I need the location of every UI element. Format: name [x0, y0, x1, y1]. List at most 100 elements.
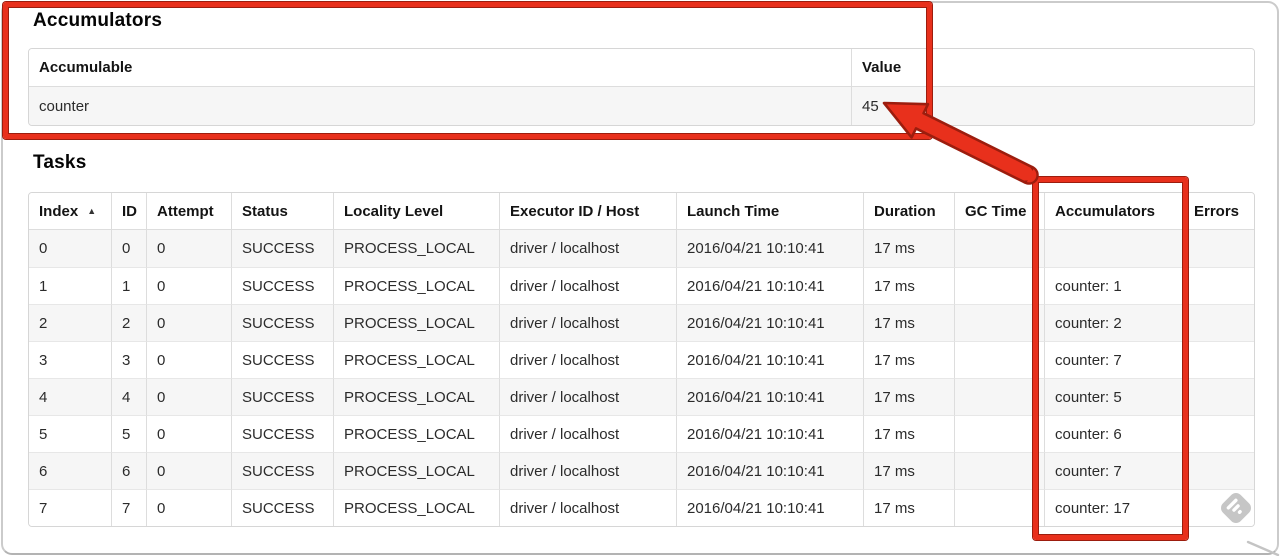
column-header-errors[interactable]: Errors: [1183, 193, 1254, 230]
id-cell: 5: [111, 415, 146, 452]
accumulators-cell: counter: 17: [1044, 489, 1183, 526]
task-row-4: 4 4 0 SUCCESS PROCESS_LOCAL driver / localhos…: [29, 378, 1254, 415]
index-cell: 3: [29, 341, 111, 378]
column-header-id[interactable]: ID: [111, 193, 146, 230]
status-cell: SUCCESS: [231, 267, 333, 304]
column-header-locality-level[interactable]: Locality Level: [333, 193, 499, 230]
status-cell: SUCCESS: [231, 489, 333, 526]
launch-time-cell: 2016/04/21 10:10:41: [676, 341, 863, 378]
gc-time-cell: [954, 378, 1044, 415]
errors-cell: [1183, 489, 1254, 526]
index-cell: 4: [29, 378, 111, 415]
launch-time-cell: 2016/04/21 10:10:41: [676, 452, 863, 489]
executor-id-host-cell: driver / localhost: [499, 304, 676, 341]
accumulators-cell: [1044, 230, 1183, 267]
status-cell: SUCCESS: [231, 230, 333, 267]
errors-cell: [1183, 378, 1254, 415]
executor-id-host-cell: driver / localhost: [499, 489, 676, 526]
executor-id-host-cell: driver / localhost: [499, 378, 676, 415]
accumulable-value-cell: 45: [851, 87, 1254, 125]
id-cell: 2: [111, 304, 146, 341]
status-cell: SUCCESS: [231, 304, 333, 341]
attempt-cell: 0: [146, 378, 231, 415]
index-cell: 0: [29, 230, 111, 267]
task-row-1: 1 1 0 SUCCESS PROCESS_LOCAL driver / localhos…: [29, 267, 1254, 304]
locality-level-cell: PROCESS_LOCAL: [333, 267, 499, 304]
executor-id-host-cell: driver / localhost: [499, 267, 676, 304]
id-cell: 4: [111, 378, 146, 415]
gc-time-cell: [954, 304, 1044, 341]
accumulators-cell: counter: 7: [1044, 452, 1183, 489]
index-cell: 6: [29, 452, 111, 489]
launch-time-cell: 2016/04/21 10:10:41: [676, 415, 863, 452]
accumulable-name-cell: counter: [29, 87, 851, 125]
column-header-accumulators[interactable]: Accumulators: [1044, 193, 1183, 230]
id-cell: 0: [111, 230, 146, 267]
errors-cell: [1183, 341, 1254, 378]
executor-id-host-cell: driver / localhost: [499, 230, 676, 267]
task-row-0: 0 0 0 SUCCESS PROCESS_LOCAL driver / localhos…: [29, 230, 1254, 267]
accumulators-cell: counter: 6: [1044, 415, 1183, 452]
duration-cell: 17 ms: [863, 452, 954, 489]
gc-time-cell: [954, 489, 1044, 526]
status-cell: SUCCESS: [231, 378, 333, 415]
locality-level-cell: PROCESS_LOCAL: [333, 304, 499, 341]
accumulators-cell: counter: 5: [1044, 378, 1183, 415]
errors-cell: [1183, 304, 1254, 341]
index-cell: 7: [29, 489, 111, 526]
duration-cell: 17 ms: [863, 230, 954, 267]
id-cell: 7: [111, 489, 146, 526]
column-header-accumulable[interactable]: Accumulable: [29, 49, 851, 87]
errors-cell: [1183, 415, 1254, 452]
column-header-index[interactable]: Index ▲: [29, 193, 111, 230]
status-cell: SUCCESS: [231, 452, 333, 489]
sort-ascending-icon: ▲: [87, 205, 97, 216]
column-header-attempt[interactable]: Attempt: [146, 193, 231, 230]
accumulators-table: Accumulable Value counter 45: [28, 48, 1255, 126]
gc-time-cell: [954, 341, 1044, 378]
locality-level-cell: PROCESS_LOCAL: [333, 415, 499, 452]
id-cell: 1: [111, 267, 146, 304]
errors-cell: [1183, 230, 1254, 267]
column-header-value[interactable]: Value: [851, 49, 1254, 87]
task-row-5: 5 5 0 SUCCESS PROCESS_LOCAL driver / localhos…: [29, 415, 1254, 452]
gc-time-cell: [954, 415, 1044, 452]
duration-cell: 17 ms: [863, 267, 954, 304]
attempt-cell: 0: [146, 230, 231, 267]
column-header-launch-time[interactable]: Launch Time: [676, 193, 863, 230]
column-header-status[interactable]: Status: [231, 193, 333, 230]
gc-time-cell: [954, 230, 1044, 267]
duration-cell: 17 ms: [863, 304, 954, 341]
index-cell: 1: [29, 267, 111, 304]
locality-level-cell: PROCESS_LOCAL: [333, 489, 499, 526]
attempt-cell: 0: [146, 415, 231, 452]
column-header-duration[interactable]: Duration: [863, 193, 954, 230]
accumulator-row: counter 45: [29, 87, 1254, 125]
errors-cell: [1183, 452, 1254, 489]
attempt-cell: 0: [146, 452, 231, 489]
executor-id-host-cell: driver / localhost: [499, 415, 676, 452]
duration-cell: 17 ms: [863, 415, 954, 452]
duration-cell: 17 ms: [863, 378, 954, 415]
accumulators-cell: counter: 7: [1044, 341, 1183, 378]
accumulators-cell: counter: 2: [1044, 304, 1183, 341]
task-row-3: 3 3 0 SUCCESS PROCESS_LOCAL driver / localhos…: [29, 341, 1254, 378]
status-cell: SUCCESS: [231, 415, 333, 452]
id-cell: 6: [111, 452, 146, 489]
attempt-cell: 0: [146, 304, 231, 341]
gc-time-cell: [954, 267, 1044, 304]
tasks-header-row: Index ▲ ID Attempt Status Locality Level Execu…: [29, 193, 1254, 230]
executor-id-host-cell: driver / localhost: [499, 452, 676, 489]
task-row-7: 7 7 0 SUCCESS PROCESS_LOCAL driver / localhos…: [29, 489, 1254, 526]
attempt-cell: 0: [146, 341, 231, 378]
launch-time-cell: 2016/04/21 10:10:41: [676, 230, 863, 267]
launch-time-cell: 2016/04/21 10:10:41: [676, 304, 863, 341]
launch-time-cell: 2016/04/21 10:10:41: [676, 378, 863, 415]
tasks-table: Index ▲ ID Attempt Status Locality Level Execu…: [28, 192, 1255, 527]
column-header-gc-time[interactable]: GC Time: [954, 193, 1044, 230]
attempt-cell: 0: [146, 267, 231, 304]
task-row-6: 6 6 0 SUCCESS PROCESS_LOCAL driver / localhos…: [29, 452, 1254, 489]
accumulators-cell: counter: 1: [1044, 267, 1183, 304]
task-row-2: 2 2 0 SUCCESS PROCESS_LOCAL driver / localhos…: [29, 304, 1254, 341]
column-header-executor-id-host[interactable]: Executor ID / Host: [499, 193, 676, 230]
